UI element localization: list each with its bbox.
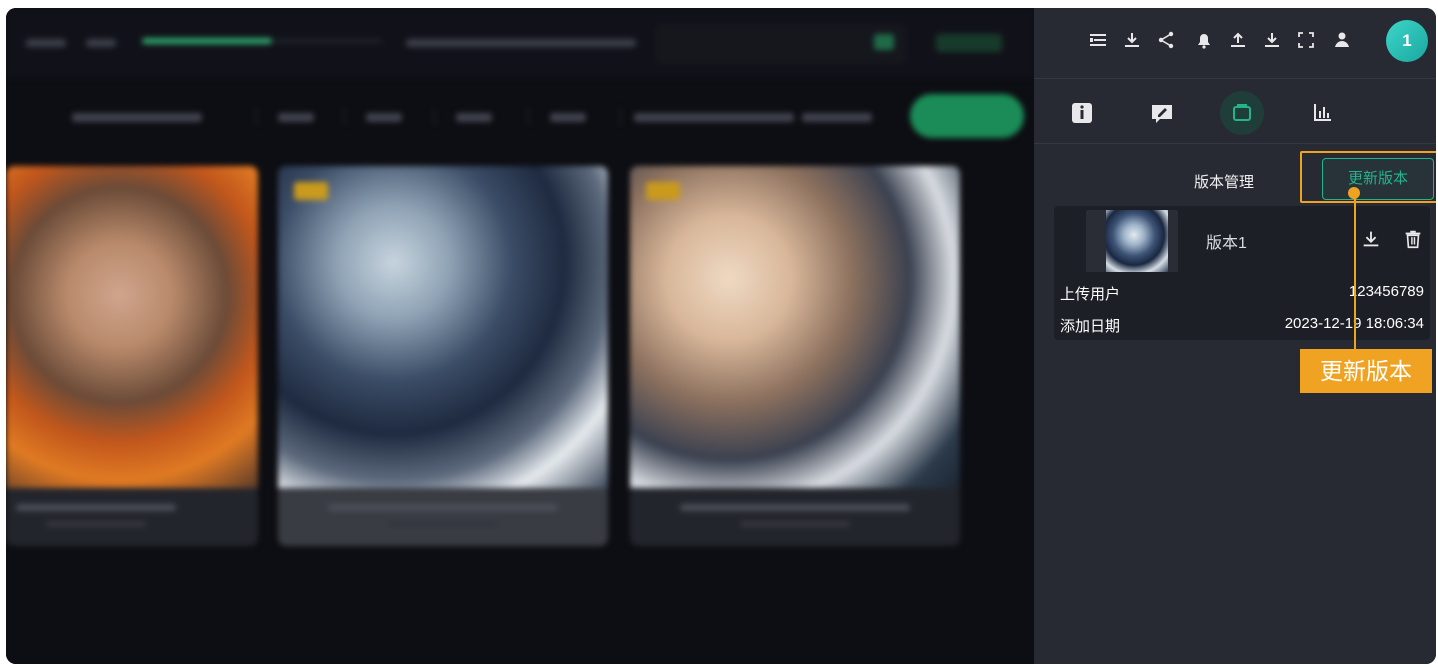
asset-caption <box>630 488 960 546</box>
blurred-workspace-content <box>6 8 1034 664</box>
asset-caption <box>278 488 608 546</box>
filter-item[interactable] <box>72 113 202 122</box>
filter-item[interactable] <box>802 113 872 122</box>
caption-line <box>388 521 498 527</box>
asset-caption <box>6 488 258 546</box>
uploader-row: 上传用户 123456789 <box>1060 283 1424 304</box>
date-row: 添加日期 2023-12-19 18:06:34 <box>1060 315 1424 336</box>
panel-toolbar: 1 <box>1034 8 1436 79</box>
toolbar-control <box>86 39 116 47</box>
version-icon <box>1233 104 1251 121</box>
search-box[interactable] <box>656 24 906 64</box>
version-thumbnail-image <box>1106 210 1168 272</box>
asset-badge <box>294 182 328 200</box>
filter-item[interactable] <box>634 113 794 122</box>
uploader-label: 上传用户 <box>1060 286 1121 303</box>
caption-line <box>46 521 146 527</box>
share-icon[interactable] <box>1154 28 1178 52</box>
filter-bar <box>6 92 1034 142</box>
annotation-highlight-frame <box>1300 151 1436 203</box>
bell-icon[interactable] <box>1192 28 1216 52</box>
asset-card[interactable] <box>278 166 608 546</box>
divider <box>344 108 345 126</box>
download-icon[interactable] <box>1120 28 1144 52</box>
tab-info[interactable] <box>1060 91 1104 135</box>
upload-icon[interactable] <box>1226 28 1250 52</box>
filter-item[interactable] <box>550 113 586 122</box>
edit-icon <box>1152 105 1172 123</box>
info-icon <box>1072 103 1092 123</box>
app-window: 1 版本管理 更新版本 版本1 上传用户 123456789 添加日期 2023… <box>6 8 1436 664</box>
tab-chart[interactable] <box>1300 91 1344 135</box>
uploader-value: 123456789 <box>1348 283 1424 300</box>
annotation-leader-line <box>1354 193 1356 353</box>
filter-item[interactable] <box>366 113 402 122</box>
caption-line <box>740 521 850 527</box>
caption-line <box>16 504 176 511</box>
zoom-slider-fill[interactable] <box>142 38 272 44</box>
panel-tabs <box>1034 79 1436 144</box>
filter-item[interactable] <box>456 113 492 122</box>
divider <box>528 108 529 126</box>
notification-avatar-badge[interactable]: 1 <box>1386 20 1428 62</box>
asset-thumbnail <box>6 166 258 488</box>
zoom-slider-track[interactable] <box>272 39 382 43</box>
annotation-callout: 更新版本 <box>1300 349 1432 393</box>
date-label: 添加日期 <box>1060 318 1121 335</box>
version-manager-title: 版本管理 <box>1194 174 1255 191</box>
download-icon[interactable] <box>1360 228 1382 255</box>
toolbar-control <box>26 39 66 47</box>
top-toolbar <box>6 8 1034 78</box>
primary-action-button[interactable] <box>910 94 1024 138</box>
list-icon[interactable] <box>1086 28 1110 52</box>
asset-thumbnail <box>630 166 960 488</box>
tab-version[interactable] <box>1220 91 1264 135</box>
divider <box>434 108 435 126</box>
asset-thumbnail <box>278 166 608 488</box>
version-card[interactable]: 版本1 上传用户 123456789 添加日期 2023-12-19 18:06… <box>1054 206 1430 340</box>
caption-line <box>328 504 558 511</box>
blurred-workspace <box>6 8 1034 664</box>
divider <box>620 108 621 126</box>
right-panel: 1 版本管理 更新版本 版本1 上传用户 123456789 添加日期 2023… <box>1034 8 1436 664</box>
user-icon[interactable] <box>1330 28 1354 52</box>
trash-icon[interactable] <box>1402 228 1424 255</box>
version-thumbnail <box>1086 210 1178 272</box>
divider <box>256 108 257 126</box>
toolbar-icons[interactable] <box>406 39 636 47</box>
asset-badge <box>646 182 680 200</box>
tab-edit[interactable] <box>1140 91 1184 135</box>
caption-line <box>680 504 910 511</box>
annotation-anchor-dot <box>1348 187 1360 199</box>
filter-item[interactable] <box>278 113 314 122</box>
toolbar-chip[interactable] <box>936 34 1002 52</box>
toolbar-green-button[interactable] <box>874 34 894 50</box>
version-name: 版本1 <box>1206 235 1247 252</box>
asset-card[interactable] <box>630 166 960 546</box>
download-alt-icon[interactable] <box>1260 28 1284 52</box>
chart-icon <box>1314 104 1331 121</box>
fullscreen-icon[interactable] <box>1294 28 1318 52</box>
asset-card[interactable] <box>6 166 258 546</box>
